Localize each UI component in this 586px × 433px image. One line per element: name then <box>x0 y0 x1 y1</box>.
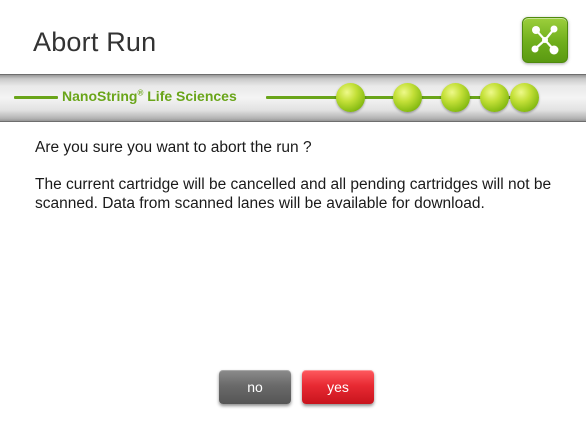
yes-button[interactable]: yes <box>302 370 374 404</box>
progress-dot-3 <box>441 83 470 112</box>
network-nodes-icon[interactable] <box>522 17 568 63</box>
banner-line-left <box>14 96 58 99</box>
progress-dot-2 <box>393 83 422 112</box>
brand-suffix-text: Life Sciences <box>143 88 237 104</box>
confirm-question: Are you sure you want to abort the run ? <box>35 139 312 156</box>
abort-run-dialog: Abort Run NanoString® Life Sciences Are … <box>0 0 586 433</box>
dialog-message: Are you sure you want to abort the run ?… <box>35 138 556 213</box>
brand-banner: NanoString® Life Sciences <box>0 74 586 122</box>
brand-name-text: NanoString <box>62 88 138 104</box>
brand-name: NanoString® Life Sciences <box>62 88 237 104</box>
dialog-title: Abort Run <box>33 27 157 57</box>
progress-dot-4 <box>480 83 509 112</box>
progress-dot-5 <box>510 83 539 112</box>
no-button[interactable]: no <box>219 370 291 404</box>
abort-details: The current cartridge will be cancelled … <box>35 176 552 212</box>
progress-dot-1 <box>336 83 365 112</box>
